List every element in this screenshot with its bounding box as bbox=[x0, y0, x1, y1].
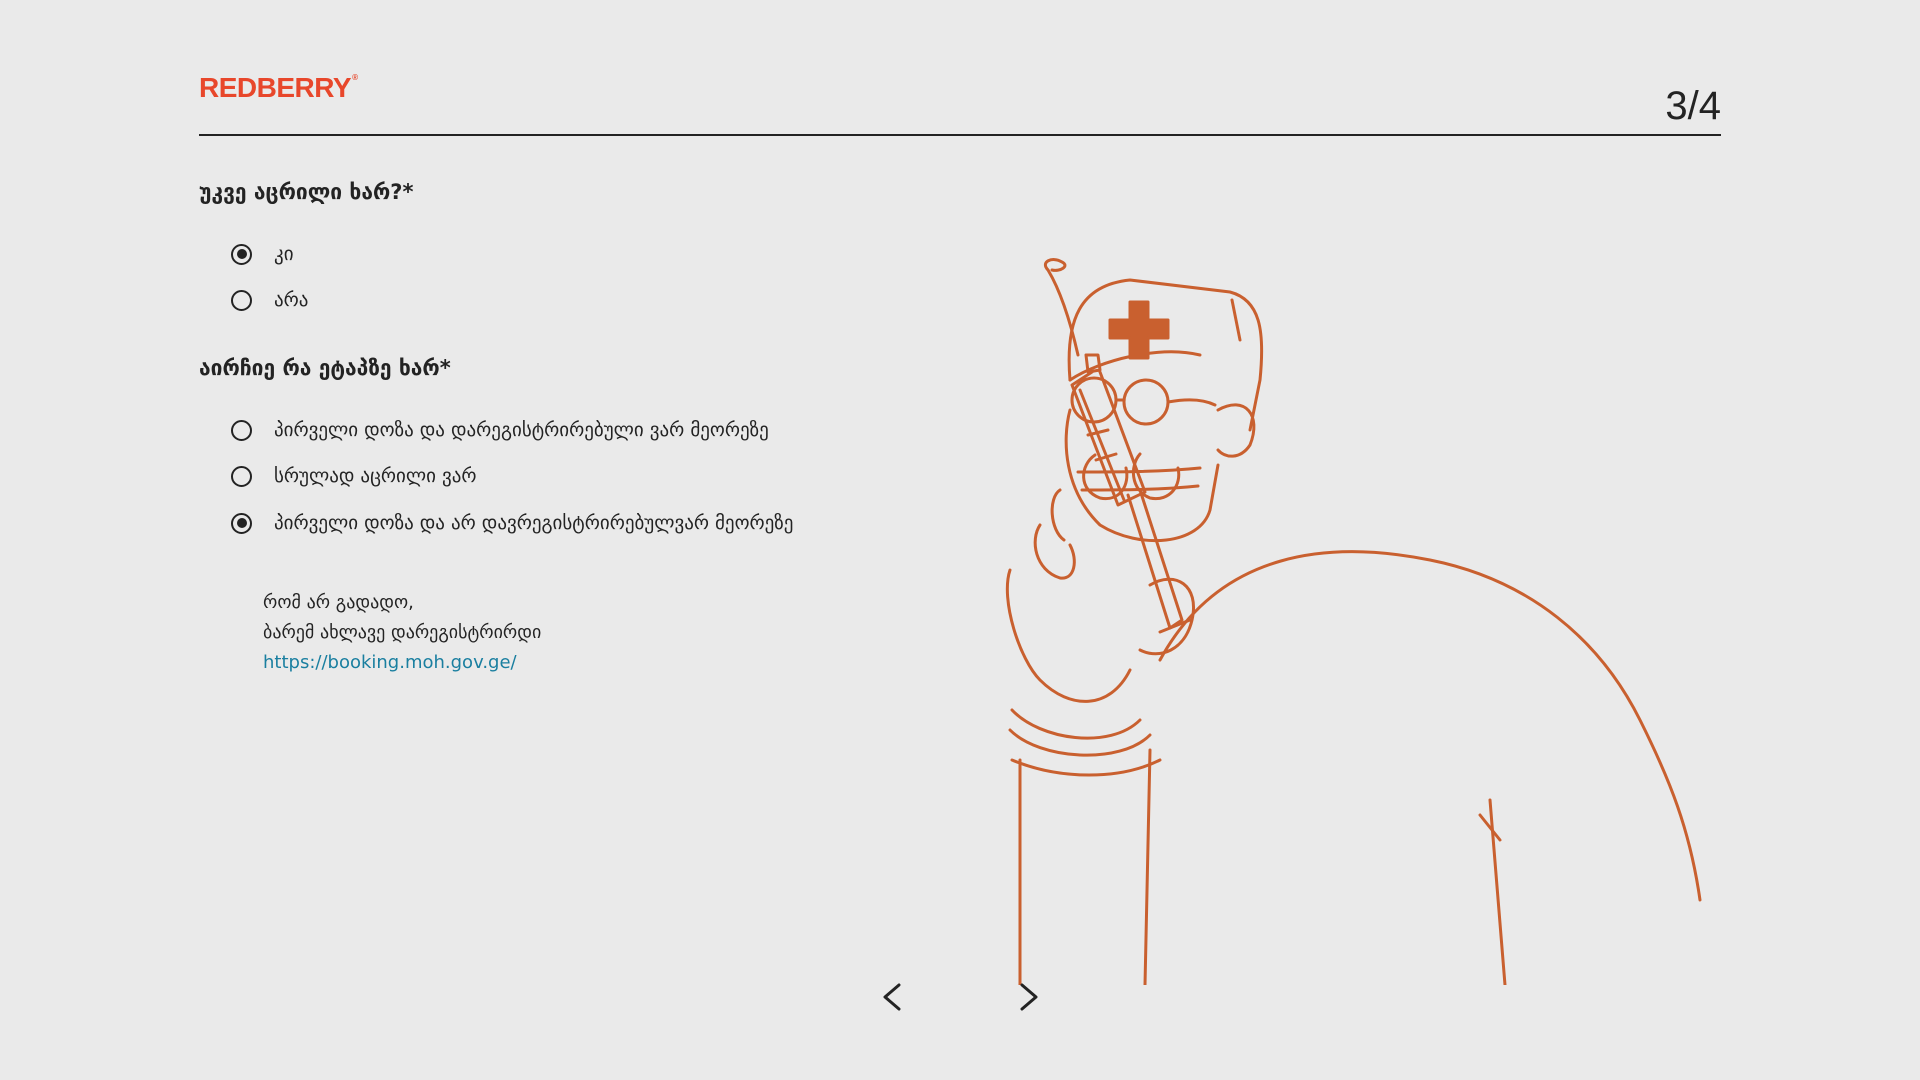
info-line-1: რომ არ გადადო, bbox=[263, 592, 414, 613]
radio-yes[interactable] bbox=[231, 243, 252, 265]
radio-first-dose-registered[interactable] bbox=[231, 419, 252, 441]
radio-fully-vaccinated[interactable] bbox=[231, 465, 252, 487]
redberry-logo: REDBERRY® bbox=[199, 74, 358, 102]
registration-info: რომ არ გადადო, ბარემ ახლავე დარეგისტრირდ… bbox=[263, 588, 541, 678]
option-first-dose-not-registered[interactable]: პირველი დოზა და არ დავრეგისტრირებულვარ მ… bbox=[231, 512, 793, 534]
previous-button[interactable] bbox=[873, 975, 913, 1019]
question-vaccinated-label: უკვე აცრილი ხარ?* bbox=[199, 180, 414, 204]
page: REDBERRY® 3/4 უკვე აცრილი ხარ?* კი არა ა… bbox=[0, 0, 1920, 1080]
option-no[interactable]: არა bbox=[231, 289, 308, 311]
info-line-2: ბარემ ახლავე დარეგისტრირდი bbox=[263, 622, 542, 643]
option-fully-vaccinated[interactable]: სრულად აცრილი ვარ bbox=[231, 465, 477, 487]
radio-first-dose-not-registered[interactable] bbox=[231, 512, 252, 534]
chevron-left-icon bbox=[883, 983, 901, 1011]
option-yes-label: კი bbox=[274, 243, 294, 265]
option-no-label: არა bbox=[274, 289, 309, 311]
option-first-dose-not-registered-label: პირველი დოზა და არ დავრეგისტრირებულვარ მ… bbox=[274, 512, 794, 534]
next-button[interactable] bbox=[1008, 975, 1048, 1019]
booking-link[interactable]: https://booking.moh.gov.ge/ bbox=[263, 652, 517, 673]
option-fully-vaccinated-label: სრულად აცრილი ვარ bbox=[274, 465, 477, 487]
logo-text: REDBERRY bbox=[199, 72, 352, 103]
step-indicator: 3/4 bbox=[1665, 84, 1721, 128]
option-yes[interactable]: კი bbox=[231, 243, 294, 265]
option-first-dose-registered-label: პირველი დოზა და დარეგისტრირებული ვარ მეო… bbox=[274, 419, 769, 441]
logo-registered-mark: ® bbox=[352, 73, 358, 82]
question-stage-label: აირჩიე რა ეტაპზე ხარ* bbox=[199, 356, 451, 380]
option-first-dose-registered[interactable]: პირველი დოზა და დარეგისტრირებული ვარ მეო… bbox=[231, 419, 769, 441]
radio-no[interactable] bbox=[231, 289, 252, 311]
header-divider bbox=[199, 134, 1721, 136]
chevron-right-icon bbox=[1020, 983, 1038, 1011]
doctor-syringe-illustration bbox=[1005, 258, 1702, 985]
